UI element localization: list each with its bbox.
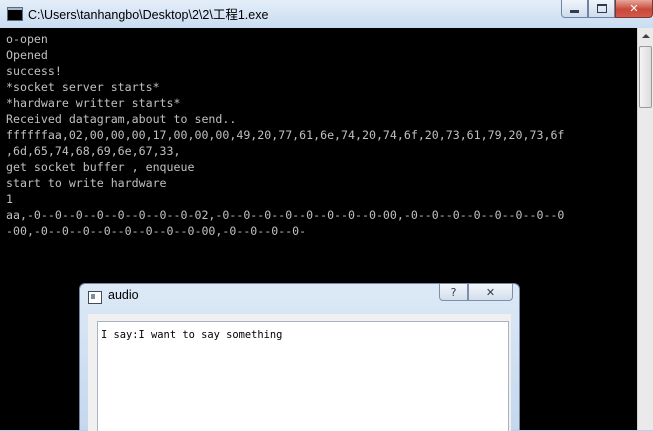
up-arrow-icon [641,34,650,38]
scroll-up-button[interactable] [638,28,653,44]
console-line: 1 [6,192,13,206]
close-icon: ✕ [485,285,496,299]
console-line: success! [6,64,62,78]
minimize-button[interactable] [561,0,588,18]
console-window-title: C:\Users\tanhangbo\Desktop\2\2\工程1.exe [28,8,269,22]
console-line: ffffffaa,02,00,00,00,17,00,00,00,49,20,7… [6,128,565,142]
console-line: *socket server starts* [6,80,160,94]
say-textbox[interactable]: I say:I want to say something [97,321,509,431]
maximize-icon [596,4,607,13]
audio-close-button[interactable]: ✕ [468,284,513,301]
console-line: aa,-0--0--0--0--0--0--0--0-02,-0--0--0--… [6,208,565,222]
console-line: ,6d,65,74,68,69,6e,67,33, [6,144,181,158]
say-text: I say:I want to say something [101,329,283,341]
minimize-icon [570,10,579,13]
close-button[interactable]: ✕ [615,0,653,18]
audio-window: audio ? ✕ I say:I want to say something [79,283,520,431]
console-line: Received datagram,about to send.. [6,112,237,126]
audio-app-icon[interactable] [88,291,102,304]
help-button[interactable]: ? [439,284,468,301]
audio-window-title: audio [108,288,139,302]
console-scrollbar[interactable] [637,28,653,430]
maximize-button[interactable] [588,0,615,18]
console-line: -00,-0--0--0--0--0--0--0--0-00,-0--0--0-… [6,224,307,238]
console-line: o-open [6,32,48,46]
scroll-thumb[interactable] [639,46,652,108]
console-line: Opened [6,48,48,62]
help-icon: ? [450,285,457,299]
audio-client-area: I say:I want to say something [88,314,511,431]
console-line: *hardware writter starts* [6,96,181,110]
console-text: o-open Opened success! *socket server st… [0,28,637,239]
console-line: get socket buffer , enqueue [6,160,195,174]
console-app-icon[interactable] [7,7,23,21]
close-icon: ✕ [629,2,639,15]
console-line: start to write hardware [6,176,167,190]
console-titlebar[interactable]: C:\Users\tanhangbo\Desktop\2\2\工程1.exe ✕ [0,0,653,28]
